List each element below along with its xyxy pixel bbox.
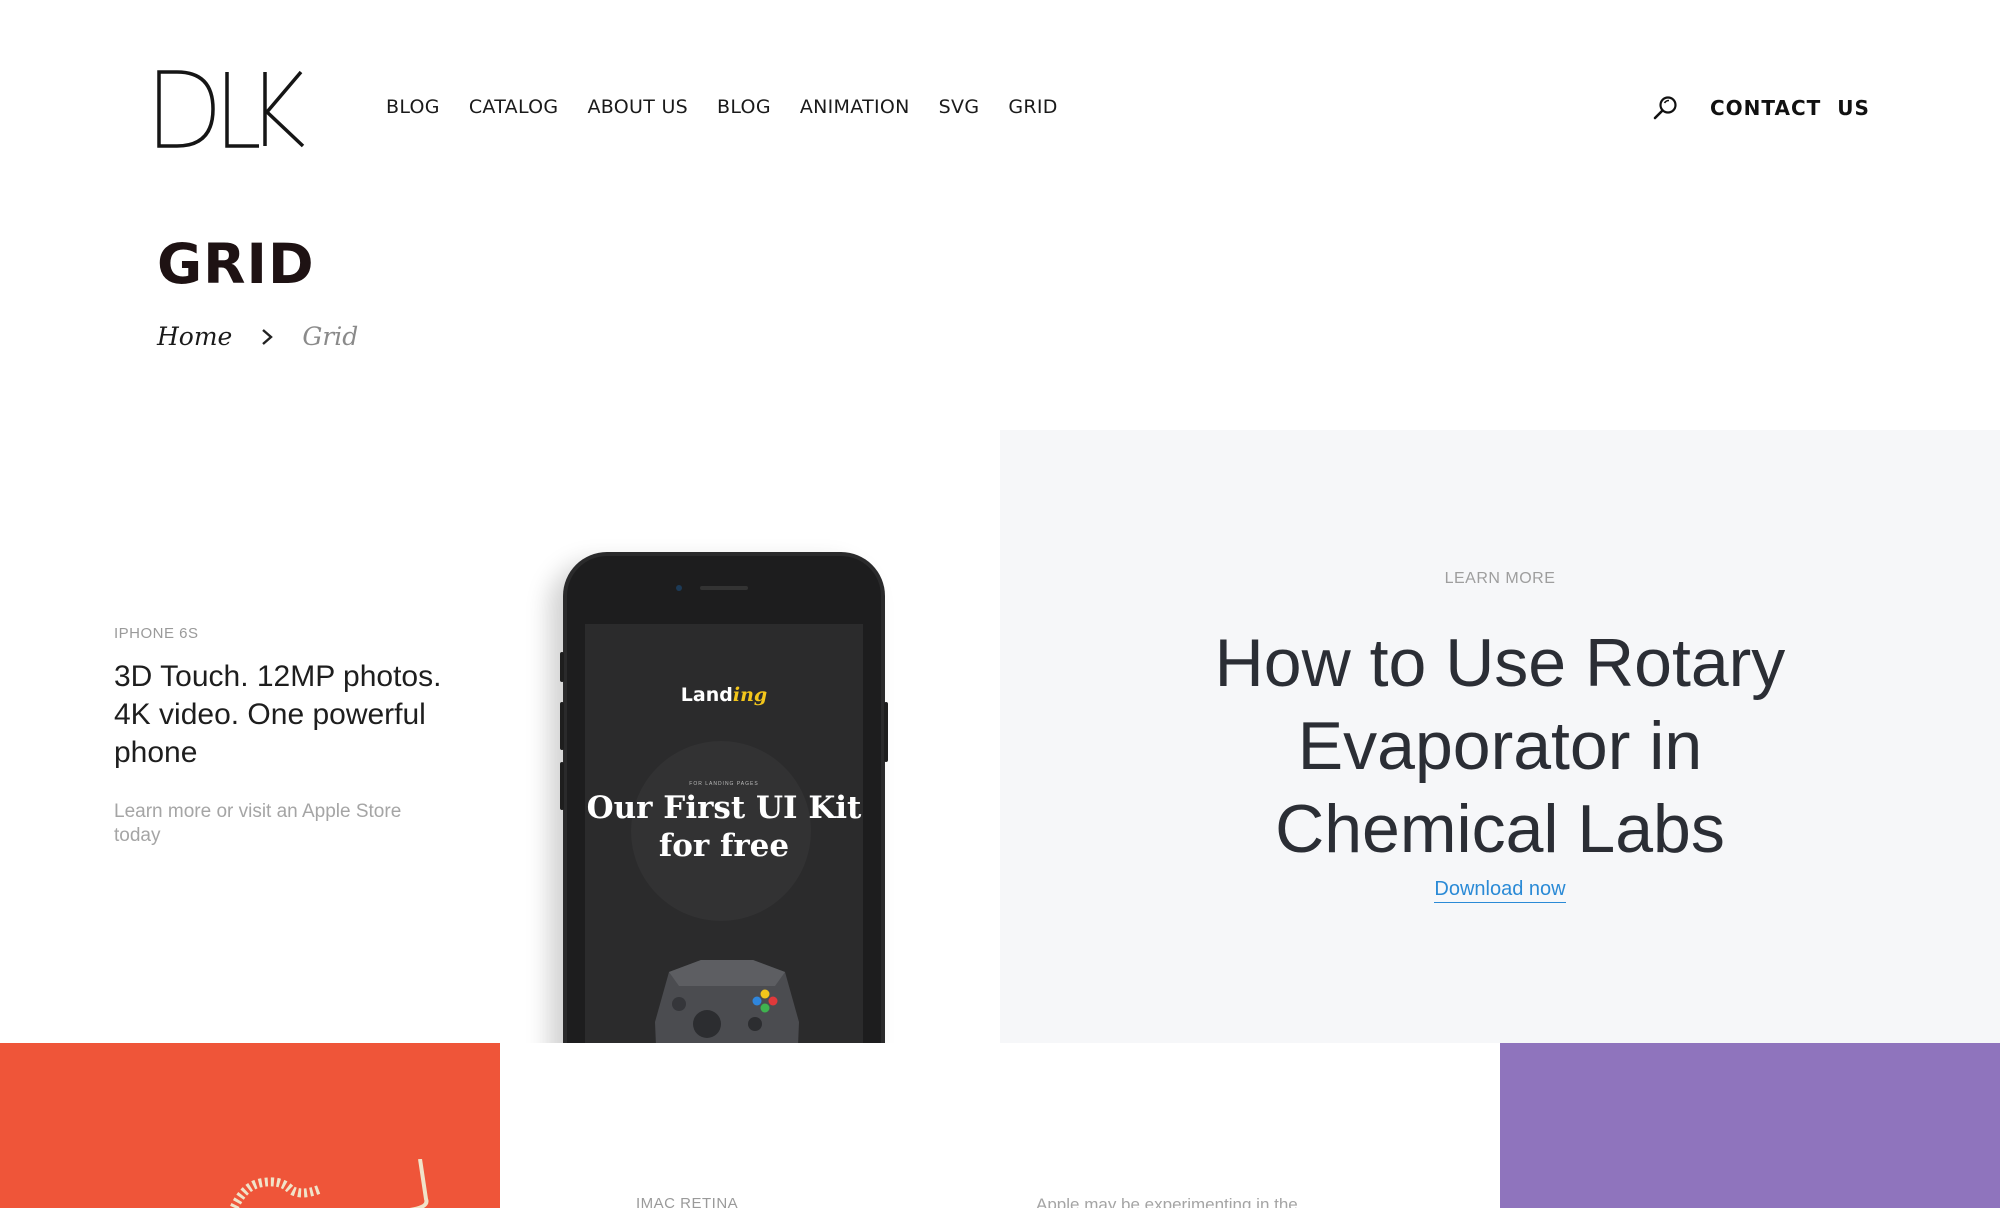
- phone-volume-down: [560, 762, 564, 810]
- imac-tile: IMAC RETINA Apple may be experimenting i…: [500, 1043, 1500, 1208]
- app-title: Our First UI Kit for free: [586, 790, 862, 864]
- iphone-subtext: Learn more or visit an Apple Store today: [114, 801, 402, 846]
- phone-side-button: [560, 652, 564, 682]
- phone-cord-tile: [0, 1043, 500, 1208]
- phone-screen: Landing FOR LANDING PAGES Our First UI K…: [585, 624, 863, 1043]
- breadcrumb: Home Grid: [157, 322, 358, 351]
- nav-blog[interactable]: BLOG: [386, 96, 440, 118]
- iphone-tile: IPHONE 6S 3D Touch. 12MP photos. 4K vide…: [0, 430, 1000, 1043]
- nav-svg[interactable]: SVG: [939, 96, 980, 118]
- download-now-link[interactable]: Download now: [1434, 878, 1566, 903]
- app-tagline: FOR LANDING PAGES: [689, 781, 759, 787]
- app-logo-part-2: ing: [732, 684, 768, 706]
- site-logo[interactable]: [155, 68, 305, 150]
- article-title: How to Use Rotary Evaporator in Chemical…: [1214, 625, 1786, 867]
- search-button[interactable]: [1652, 94, 1680, 122]
- iphone-eyebrow: IPHONE 6S: [114, 625, 199, 642]
- main-nav: BLOG CATALOG ABOUT US BLOG ANIMATION SVG…: [386, 96, 1058, 118]
- contact-us-link[interactable]: CONTACT US: [1710, 96, 1870, 120]
- article-eyebrow: LEARN MORE: [1444, 570, 1556, 587]
- imac-eyebrow: IMAC RETINA: [636, 1195, 739, 1208]
- purple-tile: [1500, 1043, 2000, 1208]
- app-logo: Landing: [585, 684, 863, 706]
- article-link-wrap: Download now: [1000, 878, 2000, 903]
- phone-camera: [676, 585, 682, 591]
- breadcrumb-home[interactable]: Home: [157, 322, 232, 351]
- chevron-right-icon: [262, 328, 274, 345]
- page-title: GRID: [157, 232, 315, 296]
- breadcrumb-current: Grid: [302, 322, 359, 351]
- phone-speaker: [700, 586, 748, 590]
- nav-animation[interactable]: ANIMATION: [800, 96, 910, 118]
- search-icon: [1653, 96, 1677, 120]
- article-tile: LEARN MORE How to Use Rotary Evaporator …: [1000, 430, 2000, 1043]
- phone-power-button: [884, 702, 888, 762]
- phone-mockup: Landing FOR LANDING PAGES Our First UI K…: [560, 552, 888, 1043]
- nav-about-us[interactable]: ABOUT US: [587, 96, 688, 118]
- phone-volume-up: [560, 702, 564, 750]
- gamepad-icon: [655, 960, 799, 1043]
- logo-mark: [157, 70, 305, 148]
- imac-text: Apple may be experimenting in the: [1036, 1195, 1298, 1208]
- telephone-cord-image: [229, 1159, 429, 1208]
- app-logo-part-1: Land: [680, 684, 733, 706]
- nav-catalog[interactable]: CATALOG: [469, 96, 559, 118]
- iphone-heading: 3D Touch. 12MP photos. 4K video. One pow…: [114, 660, 442, 769]
- nav-blog-2[interactable]: BLOG: [717, 96, 771, 118]
- nav-grid[interactable]: GRID: [1008, 96, 1057, 118]
